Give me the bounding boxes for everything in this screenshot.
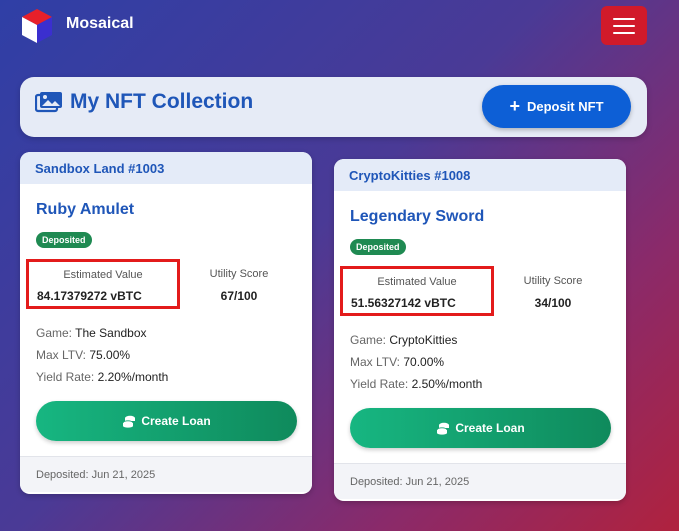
create-loan-button[interactable]: Create Loan xyxy=(350,408,611,448)
game-label: Game: xyxy=(350,333,387,347)
create-loan-label: Create Loan xyxy=(141,414,211,428)
plus-icon: + xyxy=(509,95,520,116)
yield-detail: Yield Rate: 2.20%/month xyxy=(36,370,168,384)
estimated-value-label: Estimated Value xyxy=(63,269,143,281)
collection-header: My NFT Collection + Deposit NFT xyxy=(20,77,647,137)
deposit-nft-button[interactable]: + Deposit NFT xyxy=(482,85,631,128)
nft-name: Legendary Sword xyxy=(350,208,485,225)
ltv-value: 70.00% xyxy=(403,355,445,369)
deposited-date: Deposited: Jun 21, 2025 xyxy=(334,463,626,499)
yield-label: Yield Rate: xyxy=(350,377,409,391)
ltv-label: Max LTV: xyxy=(350,355,401,369)
top-navbar: Mosaical xyxy=(0,0,679,52)
yield-value: 2.50%/month xyxy=(411,377,483,391)
estimated-value: 84.17379272 vBTC xyxy=(37,289,142,303)
page-title: My NFT Collection xyxy=(70,90,254,113)
create-loan-button[interactable]: Create Loan xyxy=(36,401,297,441)
ltv-value: 75.00% xyxy=(89,348,131,362)
game-detail: Game: The Sandbox xyxy=(36,326,147,340)
deposited-date: Deposited: Jun 21, 2025 xyxy=(20,456,312,492)
coins-icon xyxy=(436,422,450,435)
images-icon xyxy=(35,92,62,113)
estimated-value-label: Estimated Value xyxy=(377,276,457,288)
game-value: The Sandbox xyxy=(75,326,147,340)
utility-score-label: Utility Score xyxy=(209,268,269,280)
nft-name: Ruby Amulet xyxy=(36,201,135,218)
hamburger-menu-icon-line xyxy=(613,31,635,34)
brand-name[interactable]: Mosaical xyxy=(66,15,134,33)
game-label: Game: xyxy=(36,326,73,340)
hamburger-menu-button[interactable] xyxy=(601,6,647,45)
ltv-detail: Max LTV: 75.00% xyxy=(36,348,130,362)
ltv-label: Max LTV: xyxy=(36,348,87,362)
create-loan-label: Create Loan xyxy=(455,421,525,435)
estimated-value: 51.56327142 vBTC xyxy=(351,296,456,310)
game-detail: Game: CryptoKitties xyxy=(350,333,457,347)
estimated-value-highlight: Estimated Value 84.17379272 vBTC xyxy=(26,259,180,309)
yield-detail: Yield Rate: 2.50%/month xyxy=(350,377,482,391)
coins-icon xyxy=(122,415,136,428)
nft-card: Sandbox Land #1003 Ruby Amulet Deposited… xyxy=(20,152,312,494)
utility-score-label: Utility Score xyxy=(523,275,583,287)
status-badge: Deposited xyxy=(36,232,92,248)
ltv-detail: Max LTV: 70.00% xyxy=(350,355,444,369)
status-badge: Deposited xyxy=(350,239,406,255)
cube-logo-icon[interactable] xyxy=(20,7,54,45)
deposit-nft-label: Deposit NFT xyxy=(526,99,604,114)
utility-score-value: 67/100 xyxy=(220,289,258,303)
nft-card: CryptoKitties #1008 Legendary Sword Depo… xyxy=(334,159,626,501)
hamburger-menu-icon-line xyxy=(613,17,635,20)
utility-score-value: 34/100 xyxy=(534,296,572,310)
yield-value: 2.20%/month xyxy=(97,370,169,384)
nft-collection-label: Sandbox Land #1003 xyxy=(20,152,312,184)
hamburger-menu-icon-line xyxy=(613,24,635,27)
game-value: CryptoKitties xyxy=(389,333,458,347)
yield-label: Yield Rate: xyxy=(36,370,95,384)
nft-collection-label: CryptoKitties #1008 xyxy=(334,159,626,191)
estimated-value-highlight: Estimated Value 51.56327142 vBTC xyxy=(340,266,494,316)
